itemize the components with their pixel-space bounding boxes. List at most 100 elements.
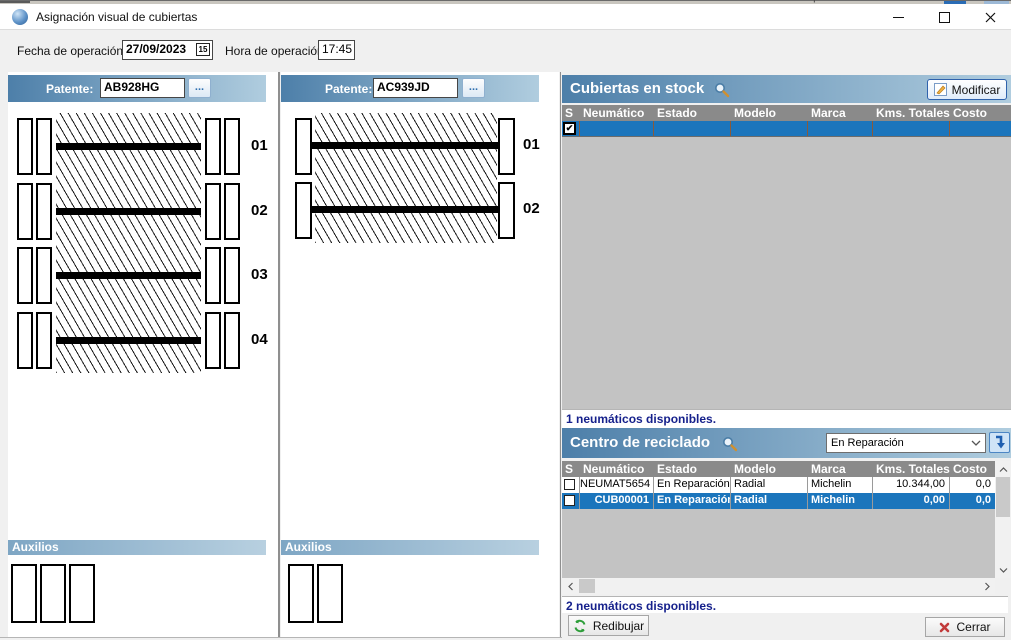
recycle-title: Centro de reciclado: [570, 429, 710, 457]
stock-col-modelo[interactable]: Modelo: [731, 105, 808, 121]
vertical-scroll-thumb[interactable]: [996, 477, 1010, 517]
vehicle1-axle1-tire-right-inner[interactable]: [205, 118, 221, 175]
scroll-right-button[interactable]: [979, 578, 995, 594]
vehicle1-axle3-tire-right-outer[interactable]: [224, 247, 240, 304]
stock-col-costo[interactable]: Costo: [950, 105, 1011, 121]
stock-cell-neumatico: [580, 121, 654, 136]
recycle-col-modelo[interactable]: Modelo: [731, 461, 808, 477]
vehicle2-auxilios-header: Auxilios: [281, 540, 539, 555]
chevron-left-icon: [568, 582, 573, 591]
vehicle1-axle2-tire-left-outer[interactable]: [17, 183, 33, 240]
cerrar-button[interactable]: Cerrar: [925, 617, 1005, 637]
vehicle2-axle2-tire-right[interactable]: [498, 182, 515, 239]
scroll-left-button[interactable]: [562, 578, 578, 594]
vehicle1-axle1-tire-left-inner[interactable]: [36, 118, 52, 175]
chevron-right-icon: [985, 582, 990, 591]
vehicle1-axle2-tire-right-inner[interactable]: [205, 183, 221, 240]
vehicle1-axle2-tire-left-inner[interactable]: [36, 183, 52, 240]
operation-toolbar: Fecha de operación: 27/09/2023 15 Hora d…: [0, 30, 1011, 72]
vehicle2-browse-button[interactable]: ...: [462, 78, 485, 98]
recycle-col-kms[interactable]: Kms. Totales: [873, 461, 950, 477]
close-button[interactable]: [974, 4, 1006, 30]
vehicle1-axle3-tire-right-inner[interactable]: [205, 247, 221, 304]
vehicle2-patente-label: Patente:: [325, 79, 372, 99]
recycle-row1-checkbox[interactable]: [564, 479, 575, 490]
stock-col-neumatico[interactable]: Neumático: [580, 105, 654, 121]
horizontal-scroll-thumb[interactable]: [579, 579, 595, 593]
modificar-button[interactable]: Modificar: [927, 79, 1007, 100]
scroll-up-button[interactable]: [995, 461, 1011, 477]
minimize-button[interactable]: [882, 4, 914, 30]
stock-col-s[interactable]: S: [562, 105, 580, 121]
recycle-col-s[interactable]: S: [562, 461, 580, 477]
vehicle1-panel: Patente: AB928HG ... 01 02 03: [8, 72, 279, 637]
recycle-col-estado[interactable]: Estado: [654, 461, 731, 477]
stock-table-header: S Neumático Estado Modelo Marca Kms. Tot…: [562, 105, 1011, 121]
recycle-vertical-scrollbar[interactable]: [995, 461, 1011, 578]
vehicle1-axle1-tire-left-outer[interactable]: [17, 118, 33, 175]
minimize-icon: [893, 17, 904, 18]
recycle-horizontal-scrollbar[interactable]: [562, 578, 995, 594]
vehicle2-axle2-tire-left[interactable]: [295, 182, 312, 239]
recycle-col-neumatico[interactable]: Neumático: [580, 461, 654, 477]
calendar-picker-button[interactable]: 15: [196, 43, 210, 56]
redibujar-button[interactable]: Redibujar: [568, 615, 649, 636]
recycle-col-marca[interactable]: Marca: [808, 461, 873, 477]
recycle-row2-checkbox[interactable]: [564, 495, 575, 506]
vehicle1-axle3-tire-left-outer[interactable]: [17, 247, 33, 304]
vehicle2-axle1-tire-left[interactable]: [295, 118, 312, 175]
stock-row-selected[interactable]: ✔: [562, 121, 1011, 137]
vehicle2-patente-input[interactable]: AC939JD: [373, 78, 458, 98]
vehicle1-aux-tire-1[interactable]: [11, 564, 37, 623]
vehicle1-auxilios-label: Auxilios: [12, 540, 59, 554]
vehicle1-axle4-tire-left-outer[interactable]: [17, 312, 33, 369]
vehicle1-patente-input[interactable]: AB928HG: [100, 78, 185, 98]
recycle-cell-estado: En Reparación: [654, 477, 731, 493]
vehicle1-aux-tire-3[interactable]: [69, 564, 95, 623]
hora-operacion-label: Hora de operación:: [225, 41, 327, 61]
estado-filter-dropdown[interactable]: En Reparación: [826, 433, 986, 453]
vehicle2-patente-value: AC939JD: [377, 80, 430, 94]
vehicle1-axle1-tire-right-outer[interactable]: [224, 118, 240, 175]
panel-divider: [560, 72, 561, 637]
stock-col-estado[interactable]: Estado: [654, 105, 731, 121]
maximize-button[interactable]: [928, 4, 960, 30]
vehicle1-auxilios-header: Auxilios: [8, 540, 266, 555]
hora-operacion-input[interactable]: 17:45: [318, 40, 355, 60]
vehicle1-axle3-tire-left-inner[interactable]: [36, 247, 52, 304]
vehicle1-patente-label: Patente:: [46, 79, 93, 99]
vehicle2-aux-tire-2[interactable]: [317, 564, 343, 623]
vehicle1-axle4-tire-right-outer[interactable]: [224, 312, 240, 369]
vehicle1-axle1-bar: [56, 143, 201, 150]
maximize-icon: [939, 12, 950, 23]
vehicle2-aux-tire-1[interactable]: [288, 564, 314, 623]
recycle-cell-modelo: Radial: [731, 493, 808, 509]
stock-col-kms[interactable]: Kms. Totales: [873, 105, 950, 121]
stock-search-icon[interactable]: [714, 82, 730, 98]
stock-row-checkbox-checked[interactable]: ✔: [563, 122, 576, 135]
vehicle1-axle4-tire-left-inner[interactable]: [36, 312, 52, 369]
recycle-search-icon[interactable]: [722, 436, 738, 452]
move-down-button[interactable]: [989, 432, 1010, 453]
vehicle1-aux-tire-2[interactable]: [40, 564, 66, 623]
stock-header: Cubiertas en stock Modificar: [562, 75, 1011, 103]
recycle-footer-text: 2 neumáticos disponibles.: [566, 599, 716, 613]
vehicle1-browse-label: ...: [195, 81, 204, 93]
vehicle2-axle1-tire-right[interactable]: [498, 118, 515, 175]
background-window-text-fragment: üaüaüaü Comprobantes: [744, 0, 944, 3]
stock-cell-kms: [873, 121, 950, 136]
vehicle1-axle2-tire-right-outer[interactable]: [224, 183, 240, 240]
stock-cell-marca: [808, 121, 873, 136]
recycle-cell-costo: 0,0: [950, 477, 995, 493]
fecha-operacion-value: 27/09/2023: [126, 42, 186, 56]
vehicle1-axle4-tire-right-inner[interactable]: [205, 312, 221, 369]
recycle-row-2-selected[interactable]: CUB00001 En Reparación Radial Michelin 0…: [562, 493, 995, 510]
vehicle1-browse-button[interactable]: ...: [188, 78, 211, 98]
fecha-operacion-input[interactable]: 27/09/2023 15: [122, 40, 213, 60]
scroll-down-button[interactable]: [995, 562, 1011, 578]
stock-col-marca[interactable]: Marca: [808, 105, 873, 121]
recycle-col-costo[interactable]: Costo: [950, 461, 995, 477]
edit-icon: [934, 83, 947, 96]
recycle-row-1[interactable]: NEUMAT5654 En Reparación Radial Michelin…: [562, 477, 995, 494]
vehicle2-chassis: [315, 113, 497, 243]
